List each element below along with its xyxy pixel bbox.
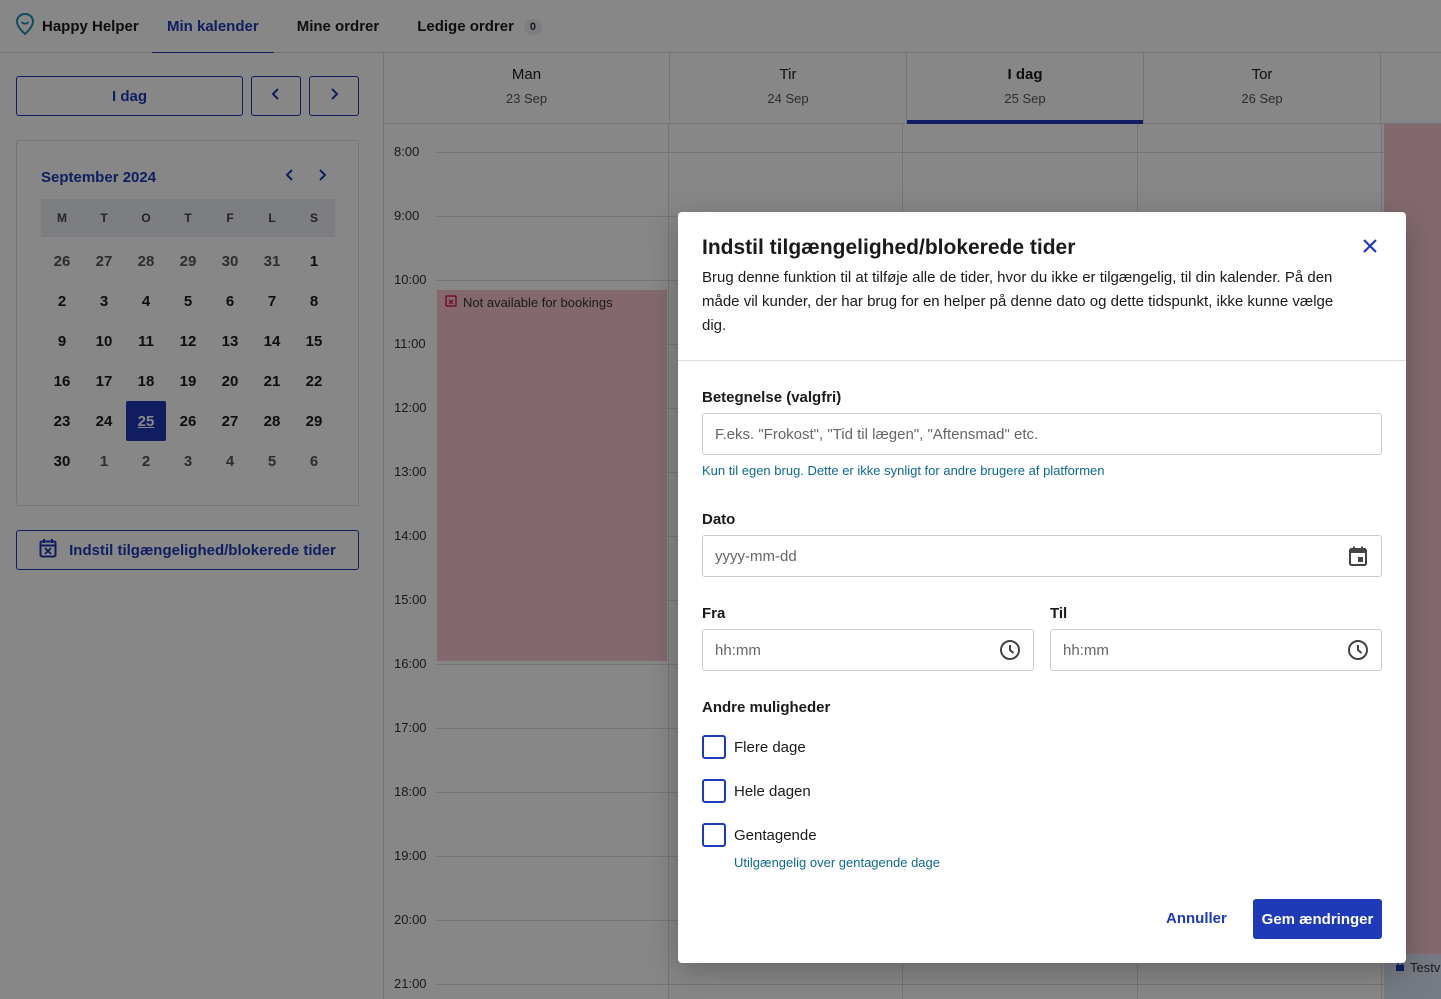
option-hele-dagen[interactable]: Hele dagen xyxy=(702,779,811,803)
availability-modal: Indstil tilgængelighed/blokerede tider B… xyxy=(678,212,1406,963)
label-input[interactable] xyxy=(702,413,1382,455)
option-label: Gentagende xyxy=(734,826,817,844)
option-gentagende[interactable]: Gentagende xyxy=(702,823,817,847)
checkbox[interactable] xyxy=(702,735,726,759)
option-label: Flere dage xyxy=(734,738,806,756)
checkbox[interactable] xyxy=(702,779,726,803)
to-time-input[interactable] xyxy=(1050,629,1382,671)
date-input[interactable] xyxy=(702,535,1382,577)
label-hint: Kun til egen brug. Dette er ikke synligt… xyxy=(702,463,1105,478)
modal-description: Brug denne funktion til at tilføje alle … xyxy=(702,269,1334,334)
close-icon xyxy=(1362,238,1378,259)
close-button[interactable] xyxy=(1358,236,1382,260)
label-field-label: Betegnelse (valgfri) xyxy=(702,389,842,406)
options-title: Andre muligheder xyxy=(702,699,831,716)
modal-title: Indstil tilgængelighed/blokerede tider xyxy=(702,236,1076,259)
save-button[interactable]: Gem ændringer xyxy=(1253,899,1382,939)
option-label: Hele dagen xyxy=(734,782,811,800)
divider xyxy=(678,360,1406,361)
clock-icon[interactable] xyxy=(999,639,1021,661)
checkbox[interactable] xyxy=(702,823,726,847)
from-time-input[interactable] xyxy=(702,629,1034,671)
clock-icon[interactable] xyxy=(1347,639,1369,661)
date-field-label: Dato xyxy=(702,511,736,528)
calendar-icon[interactable] xyxy=(1347,545,1369,567)
to-field-label: Til xyxy=(1050,605,1068,622)
from-field-label: Fra xyxy=(702,605,726,622)
option-flere-dage[interactable]: Flere dage xyxy=(702,735,806,759)
repeat-hint: Utilgængelig over gentagende dage xyxy=(734,855,940,870)
cancel-button[interactable]: Annuller xyxy=(1166,910,1227,927)
